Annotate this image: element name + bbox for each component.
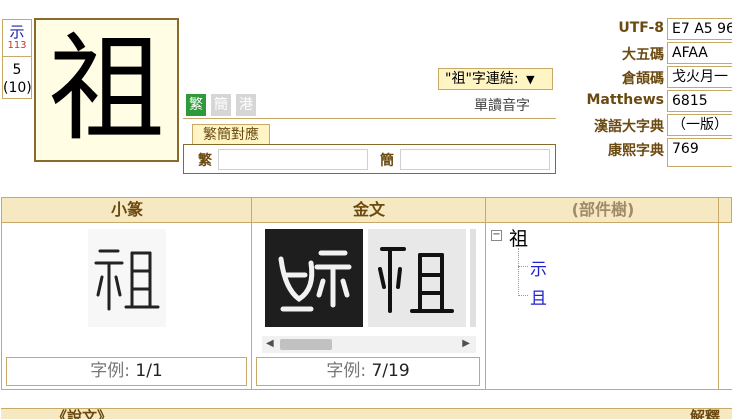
stroke-total: (10) (3, 80, 32, 96)
column-divider (485, 197, 486, 389)
column-divider (251, 197, 252, 389)
traditional-field[interactable] (218, 149, 368, 170)
info-label: Matthews (586, 92, 665, 108)
tree-root-character[interactable]: 祖 (509, 224, 528, 251)
radical-char[interactable]: 示 (3, 21, 31, 42)
character-display: 祖 (34, 18, 179, 162)
script-table-header: 小篆 金文 (部件樹) (1, 197, 732, 223)
bronze-glyph-1 (278, 250, 352, 312)
count-value: 1/1 (135, 361, 163, 381)
tree-connector (518, 295, 528, 296)
info-row-cangjie: 倉頡碼 戈火月一 (560, 66, 732, 90)
bronze-script-image-1[interactable] (265, 229, 363, 327)
info-label: 倉頡碼 (622, 71, 664, 87)
seal-glyph (94, 249, 160, 311)
main-character: 祖 (48, 22, 165, 157)
radical-number: 113 (7, 40, 27, 51)
count-prefix: 字例: (90, 361, 136, 381)
info-label: UTF-8 (618, 20, 664, 36)
count-value: 7/19 (371, 361, 410, 381)
info-row-hydzd: 漢語大字典 （一版） (560, 114, 732, 138)
explanation-title: 解釋 (690, 408, 721, 419)
character-links-dropdown[interactable]: "祖"字連結: ▼ (438, 68, 553, 90)
info-value: E7 A5 96 (667, 18, 732, 40)
tab-traditional[interactable]: 繁 (186, 94, 206, 116)
tree-collapse-icon[interactable]: − (491, 230, 502, 241)
tree-connector (518, 266, 528, 267)
tree-child-shi[interactable]: 示 (530, 255, 547, 280)
column-divider (718, 197, 719, 389)
tree-child-qie[interactable]: 且 (530, 284, 547, 309)
scroll-thumb[interactable] (280, 339, 332, 350)
seal-example-count: 字例: 1/1 (6, 357, 247, 386)
info-row-utf8: UTF-8 E7 A5 96 (560, 18, 732, 42)
radical-box[interactable]: 示 113 5 (10) (2, 19, 32, 99)
stroke-residual: 5 (12, 62, 22, 78)
tab-fanjian[interactable]: 繁簡對應 (192, 124, 270, 145)
info-value: 6815 (667, 90, 732, 112)
count-prefix: 字例: (326, 361, 372, 381)
bronze-script-image-3[interactable] (470, 229, 476, 327)
header-bronze: 金文 (352, 200, 385, 219)
info-label: 漢語大字典 (594, 119, 664, 135)
chevron-down-icon: ▼ (526, 73, 535, 86)
bronze-glyph-2 (378, 247, 454, 313)
tab-simplified[interactable]: 簡 (211, 94, 231, 116)
horizontal-scrollbar[interactable]: ◀ ▶ (262, 336, 476, 353)
bronze-example-count: 字例: 7/19 (256, 357, 480, 386)
audio-label: 單讀音字 (474, 98, 530, 114)
fanjian-panel: 繁 簡 (183, 144, 556, 174)
info-label: 康熙字典 (608, 143, 664, 159)
info-row-matthews: Matthews 6815 (560, 90, 732, 114)
shuowen-title: 《說文》 (52, 408, 113, 419)
header-seal: 小篆 (110, 200, 143, 219)
bronze-script-image-2[interactable] (368, 229, 466, 327)
info-row-big5: 大五碼 AFAA (560, 42, 732, 66)
info-value: 戈火月一 (667, 66, 732, 88)
simplified-label: 簡 (380, 153, 394, 169)
dropdown-label: "祖"字連結: (445, 71, 519, 87)
info-label: 大五碼 (622, 47, 664, 63)
header-component-tree[interactable]: (部件樹) (486, 198, 720, 222)
divider (183, 118, 556, 119)
info-value[interactable]: 769 (667, 138, 732, 167)
radical-divider (3, 56, 31, 57)
info-value[interactable]: （一版） (667, 114, 732, 136)
scroll-left-icon[interactable]: ◀ (266, 338, 274, 349)
traditional-label: 繁 (198, 153, 212, 169)
stroke-count: 5 (10) (3, 61, 32, 97)
simplified-field[interactable] (400, 149, 550, 170)
info-row-kangxi: 康熙字典 769 (560, 138, 732, 167)
tree-connector (518, 248, 519, 296)
tab-hongkong[interactable]: 港 (236, 94, 256, 116)
info-value: AFAA (667, 42, 732, 64)
seal-script-image[interactable] (88, 229, 166, 327)
scroll-right-icon[interactable]: ▶ (462, 338, 470, 349)
